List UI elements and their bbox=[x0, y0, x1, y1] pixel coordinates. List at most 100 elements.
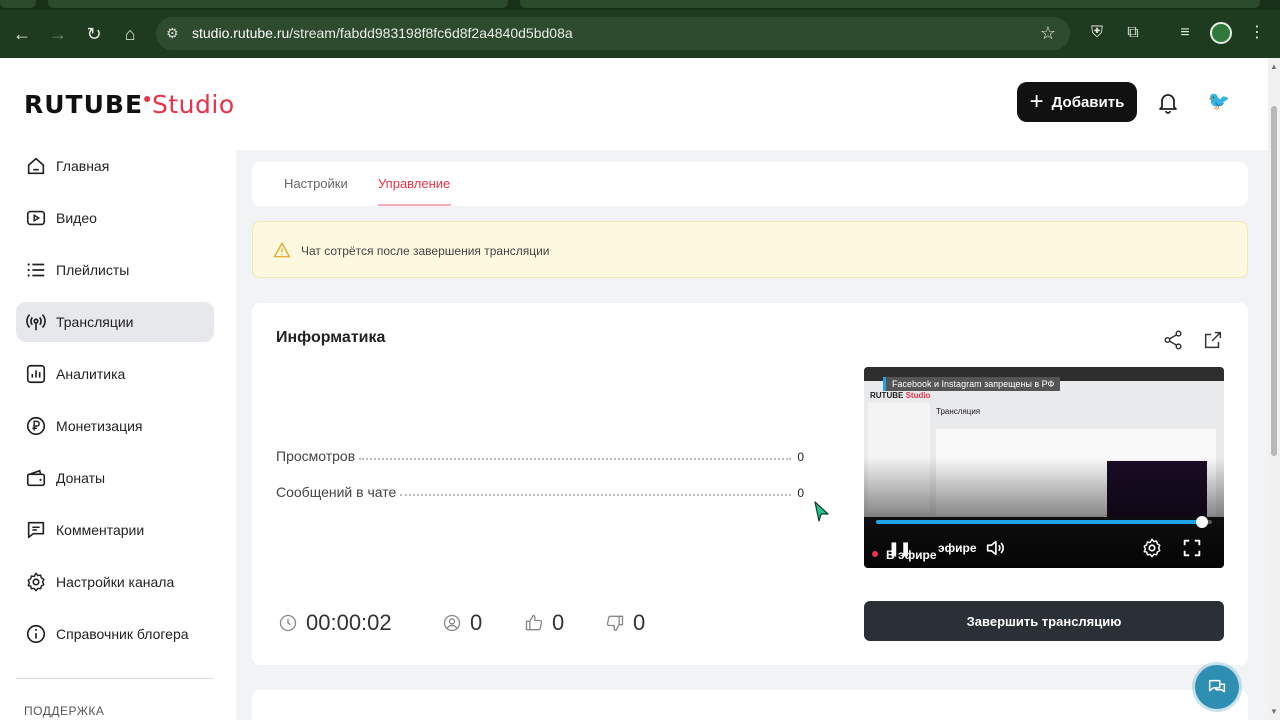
likes-value: 0 bbox=[552, 610, 565, 635]
player-progress-bar[interactable] bbox=[876, 516, 1212, 528]
sidebar-item-donations[interactable]: Донаты bbox=[16, 458, 214, 498]
progress-knob[interactable] bbox=[1195, 516, 1208, 528]
sidebar-item-broadcasts[interactable]: Трансляции bbox=[16, 302, 214, 342]
home-icon bbox=[16, 146, 56, 186]
preview-logo: RUTUBE Studio bbox=[870, 391, 931, 400]
preview-heading: Трансляция bbox=[936, 407, 981, 416]
video-icon bbox=[16, 198, 56, 238]
gear-icon bbox=[16, 562, 56, 602]
volume-icon[interactable] bbox=[984, 537, 1006, 559]
player-settings-icon[interactable] bbox=[1141, 537, 1163, 559]
user-avatar[interactable]: 🐦 bbox=[1206, 88, 1232, 114]
bell-icon[interactable] bbox=[1156, 90, 1180, 114]
chat-warning-banner: Чат сотрётся после завершения трансляции bbox=[252, 221, 1248, 278]
tab-strip bbox=[0, 0, 1280, 10]
browser-menu-icon[interactable]: ⋮ bbox=[1246, 22, 1268, 44]
next-section-card bbox=[252, 690, 1248, 720]
support-section-label: ПОДДЕРЖКА bbox=[24, 704, 105, 718]
stat-label: Просмотров bbox=[276, 448, 356, 464]
sidebar-item-video[interactable]: Видео bbox=[16, 198, 214, 238]
browser-chrome: ← → ↻ ⌂ ⚙ studio.rutube.ru/stream/fabdd9… bbox=[0, 0, 1280, 58]
external-link-icon[interactable] bbox=[1202, 329, 1224, 351]
thumbs-up-icon bbox=[525, 614, 543, 631]
dotted-leader bbox=[400, 494, 792, 496]
live-dot-icon bbox=[872, 551, 878, 557]
sidebar-item-playlists[interactable]: Плейлисты bbox=[16, 250, 214, 290]
warning-icon bbox=[273, 242, 291, 258]
logo-dot: ● bbox=[143, 90, 153, 106]
stream-info-card: Информатика Просмотров 0 Сообщений в чат… bbox=[252, 303, 1248, 665]
sidebar-item-label: Донаты bbox=[56, 470, 106, 486]
dislikes-value: 0 bbox=[633, 610, 646, 635]
browser-tab[interactable] bbox=[520, 0, 1260, 8]
warning-text: Чат сотрётся после завершения трансляции bbox=[301, 244, 550, 258]
sidebar-item-blogger-guide[interactable]: Справочник блогера bbox=[16, 614, 214, 654]
address-bar[interactable]: ⚙ studio.rutube.ru/stream/fabdd983198f8f… bbox=[156, 17, 1070, 50]
url-path: /stream/fabdd983198f8fc6d8f2a4840d5bd08a bbox=[289, 25, 573, 41]
stream-tabs: Настройки Управление bbox=[252, 162, 1248, 206]
add-button[interactable]: + Добавить bbox=[1017, 82, 1137, 122]
sidebar-item-label: Монетизация bbox=[56, 418, 143, 434]
tab-settings[interactable]: Настройки bbox=[284, 176, 348, 191]
end-stream-button[interactable]: Завершить трансляцию bbox=[864, 601, 1224, 641]
forward-icon[interactable]: → bbox=[46, 22, 70, 46]
browser-tab[interactable] bbox=[0, 0, 36, 8]
stat-label: Сообщений в чате bbox=[276, 484, 397, 500]
viewers-value: 0 bbox=[470, 610, 483, 635]
add-button-label: Добавить bbox=[1051, 93, 1125, 111]
shield-extension-icon[interactable]: ⛨ bbox=[1086, 22, 1108, 44]
tab-manage[interactable]: Управление bbox=[378, 176, 450, 191]
help-chat-button[interactable] bbox=[1195, 665, 1239, 709]
bookmark-star-icon[interactable]: ☆ bbox=[1040, 23, 1056, 44]
wallet-icon bbox=[16, 458, 56, 498]
user-circle-icon bbox=[443, 614, 461, 632]
share-icon[interactable] bbox=[1162, 329, 1184, 351]
sidebar-item-label: Плейлисты bbox=[56, 262, 130, 278]
sidebar-item-comments[interactable]: Комментарии bbox=[16, 510, 214, 550]
active-tab-indicator bbox=[378, 204, 451, 206]
fullscreen-icon[interactable] bbox=[1181, 537, 1203, 559]
comment-icon bbox=[16, 510, 56, 550]
scrollbar-thumb[interactable] bbox=[1271, 106, 1277, 456]
ruble-icon bbox=[16, 406, 56, 446]
sidebar: Главная Видео Плейлисты Трансляции Анали… bbox=[0, 150, 236, 720]
metric-viewers: 0 bbox=[442, 609, 482, 637]
live-video-player[interactable]: RUTUBE Studio Трансляция Facebook и Inst… bbox=[864, 367, 1224, 568]
browser-profile-avatar[interactable] bbox=[1210, 22, 1232, 44]
scroll-down-icon[interactable]: ▼ bbox=[1270, 707, 1278, 716]
mouse-cursor-icon bbox=[814, 501, 829, 522]
browser-tab-active[interactable] bbox=[48, 0, 508, 8]
extensions-puzzle-icon[interactable]: ⧉ bbox=[1122, 22, 1144, 44]
back-icon[interactable]: ← bbox=[10, 22, 34, 46]
info-icon bbox=[16, 614, 56, 654]
page-scrollbar[interactable]: ▲ ▼ bbox=[1268, 58, 1280, 720]
metric-likes: 0 bbox=[524, 609, 564, 637]
sidebar-item-label: Справочник блогера bbox=[56, 626, 189, 642]
sidebar-item-label: Главная bbox=[56, 158, 110, 174]
sidebar-item-label: Трансляции bbox=[56, 314, 134, 330]
sidebar-item-channel-settings[interactable]: Настройки канала bbox=[16, 562, 214, 602]
studio-header: RUTUBE●Studio + Добавить 🐦 bbox=[0, 58, 1268, 150]
stat-row-views: Просмотров 0 bbox=[276, 444, 804, 464]
url-text[interactable]: studio.rutube.ru/stream/fabdd983198f8fc6… bbox=[192, 25, 573, 41]
sidebar-item-monetization[interactable]: Монетизация bbox=[16, 406, 214, 446]
home-browser-icon[interactable]: ⌂ bbox=[118, 22, 142, 46]
reload-icon[interactable]: ↻ bbox=[82, 22, 106, 46]
metric-dislikes: 0 bbox=[605, 609, 645, 637]
sidebar-item-home[interactable]: Главная bbox=[16, 146, 214, 186]
url-host: studio.rutube.ru bbox=[192, 25, 290, 41]
progress-fill bbox=[876, 520, 1202, 524]
site-info-icon[interactable]: ⚙ bbox=[166, 25, 182, 41]
sidebar-item-analytics[interactable]: Аналитика bbox=[16, 354, 214, 394]
thumbs-down-icon bbox=[606, 615, 624, 632]
live-label: В эфире bbox=[886, 548, 937, 562]
sidebar-item-label: Аналитика bbox=[56, 366, 126, 382]
stream-title: Информатика bbox=[276, 329, 386, 346]
media-queue-icon[interactable]: ≡ bbox=[1174, 22, 1196, 44]
stat-value: 0 bbox=[797, 486, 804, 500]
scroll-up-icon[interactable]: ▲ bbox=[1270, 62, 1278, 71]
dotted-leader bbox=[359, 458, 792, 460]
analytics-icon bbox=[16, 354, 56, 394]
clock-icon bbox=[279, 614, 297, 632]
rutube-studio-logo[interactable]: RUTUBE●Studio bbox=[24, 90, 235, 120]
